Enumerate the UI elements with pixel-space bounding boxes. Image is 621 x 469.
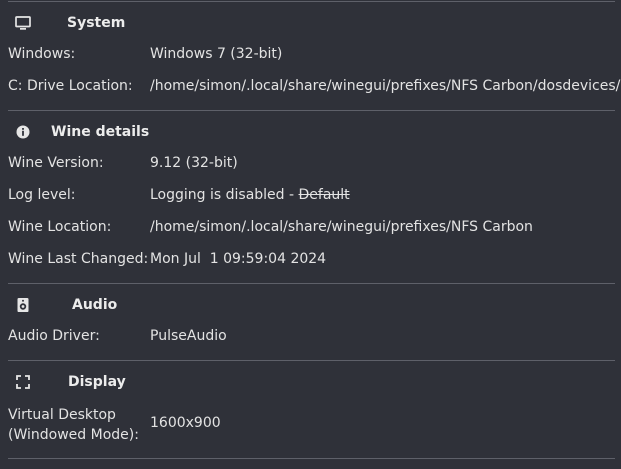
log-level-text: Logging is disabled - (150, 187, 299, 203)
row-wine-location: Wine Location: /home/simon/.local/share/… (0, 219, 621, 239)
wine-location-label: Wine Location: (8, 219, 112, 235)
audio-driver-label: Audio Driver: (8, 328, 100, 344)
audio-driver-value: PulseAudio (150, 328, 227, 344)
wine-location-value: /home/simon/.local/share/winegui/prefixe… (150, 219, 533, 235)
divider (8, 110, 615, 111)
virtual-desktop-value: 1600x900 (150, 415, 221, 431)
section-title-system: System (67, 15, 126, 31)
wine-version-label: Wine Version: (8, 155, 104, 171)
wine-last-changed-value: Mon Jul 1 09:59:04 2024 (150, 251, 327, 267)
virtual-desktop-label-line1: Virtual Desktop (8, 407, 116, 423)
section-system-header: System (0, 11, 621, 35)
virtual-desktop-label-line2: (Windowed Mode): (8, 427, 139, 443)
prefix-details-panel: System Windows: Windows 7 (32-bit) C: Dr… (0, 0, 621, 469)
windows-label: Windows: (8, 46, 76, 62)
section-wine-header: Wine details (0, 120, 621, 144)
wine-version-value: 9.12 (32-bit) (150, 155, 238, 171)
log-level-label: Log level: (8, 187, 76, 203)
log-level-value: Logging is disabled - Default (150, 187, 350, 203)
row-virtual-desktop: Virtual Desktop (Windowed Mode): 1600x900 (0, 405, 621, 445)
virtual-desktop-label: Virtual Desktop (Windowed Mode): (8, 405, 139, 445)
wine-last-changed-label: Wine Last Changed: (8, 251, 149, 267)
monitor-icon (14, 14, 32, 32)
info-icon (14, 123, 32, 141)
row-wine-version: Wine Version: 9.12 (32-bit) (0, 155, 621, 175)
speaker-icon (14, 296, 32, 314)
section-display-header: Display (0, 370, 621, 394)
fullscreen-icon (14, 373, 32, 391)
row-windows: Windows: Windows 7 (32-bit) (0, 46, 621, 66)
section-title-display: Display (68, 374, 126, 390)
cdrive-value: /home/simon/.local/share/winegui/prefixe… (150, 78, 621, 94)
divider (8, 283, 615, 284)
divider (8, 1, 615, 2)
windows-value: Windows 7 (32-bit) (150, 46, 283, 62)
row-audio-driver: Audio Driver: PulseAudio (0, 328, 621, 348)
divider (8, 360, 615, 361)
row-wine-last-changed: Wine Last Changed: Mon Jul 1 09:59:04 20… (0, 251, 621, 271)
section-title-audio: Audio (72, 297, 118, 313)
section-title-wine: Wine details (51, 124, 150, 140)
log-level-default: Default (298, 187, 350, 203)
section-audio-header: Audio (0, 293, 621, 317)
cdrive-label: C: Drive Location: (8, 78, 133, 94)
divider (8, 458, 615, 459)
row-log-level: Log level: Logging is disabled - Default (0, 187, 621, 207)
row-cdrive: C: Drive Location: /home/simon/.local/sh… (0, 78, 621, 98)
